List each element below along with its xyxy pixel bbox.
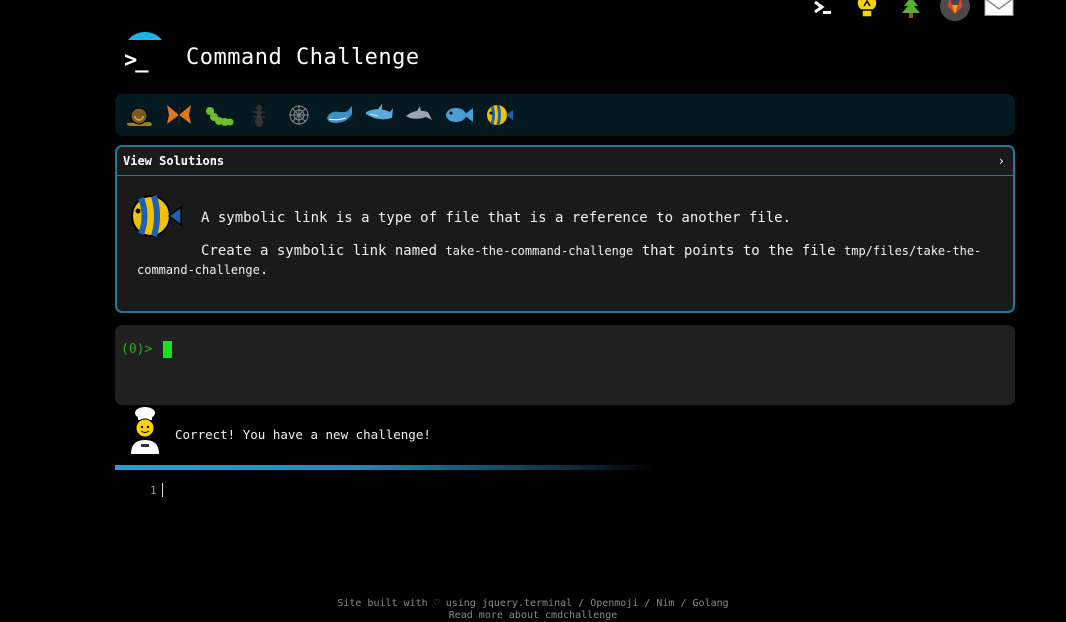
page: >_ Command Challenge View Solutions › A … [0,0,1066,622]
snail-icon[interactable] [123,100,154,131]
logo-prompt: >_ [124,48,148,73]
envelope-icon[interactable] [984,0,1014,20]
task-text-mid: that points to the file [633,243,844,259]
fish-icon[interactable] [443,100,474,131]
shark-icon[interactable] [363,100,394,131]
progress-bar [115,465,655,470]
status-message: Correct! You have a new challenge! [175,427,431,442]
gitlab-fox-icon[interactable] [940,0,970,22]
task-text-post: . [259,262,269,278]
tree-icon[interactable] [896,0,926,20]
chevron-right-icon: › [997,154,1005,168]
logo-icon[interactable]: >_ [120,32,170,82]
terminal-cursor [163,341,172,358]
top-icon-bar [808,0,1014,22]
web-icon[interactable] [283,100,314,131]
lightbulb-icon[interactable] [852,0,882,20]
terminal-icon[interactable] [808,0,838,20]
chef-icon [127,406,163,458]
dolphin-icon[interactable] [403,100,434,131]
challenge-panel: View Solutions › A symbolic link is a ty… [115,145,1015,313]
level-strip [115,94,1015,136]
task-text-pre: Create a symbolic link named [201,243,446,259]
header: >_ Command Challenge [120,32,420,82]
challenge-task: Create a symbolic link named take-the-co… [137,242,993,280]
whale-icon[interactable] [323,100,354,131]
page-title: Command Challenge [186,44,420,70]
link-name-code: take-the-command-challenge [445,244,634,258]
challenge-intro: A symbolic link is a type of file that i… [201,210,792,226]
tropical-fish-icon[interactable] [483,100,514,131]
terminal-prompt: (0)> [121,342,153,357]
editor-caret [161,483,163,497]
ant-icon[interactable] [243,100,274,131]
tropical-fish-icon [129,193,183,243]
code-editor[interactable]: 1 [150,483,163,497]
terminal[interactable]: (0)> [115,325,1015,405]
view-solutions-toggle[interactable]: View Solutions › [117,147,1013,176]
footer-credits: Site built with ♡ using jquery.terminal … [337,598,729,609]
butterfly-icon[interactable] [163,100,194,131]
caterpillar-icon[interactable] [203,100,234,131]
view-solutions-label: View Solutions [123,154,225,168]
line-number: 1 [150,483,157,497]
footer: Site built with ♡ using jquery.terminal … [0,598,1066,622]
read-more-link[interactable]: Read more about cmdchallenge [449,610,618,621]
